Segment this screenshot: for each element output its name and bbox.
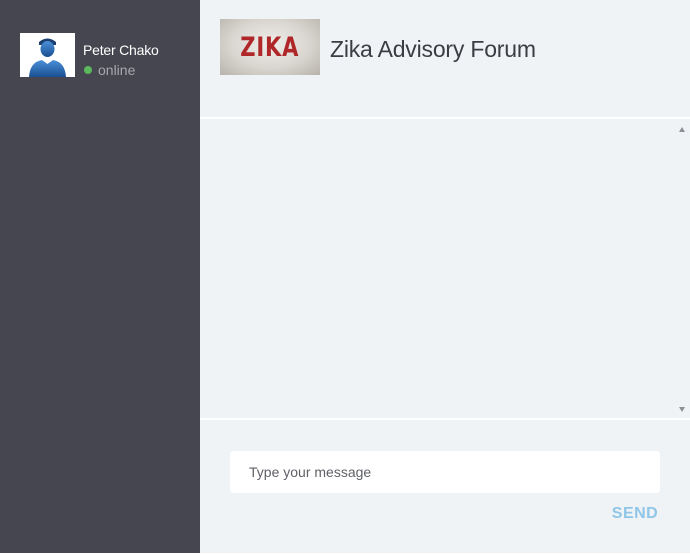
message-composer: SEND	[200, 418, 690, 553]
message-list[interactable]	[200, 121, 690, 418]
user-name: Peter Chako	[83, 42, 159, 58]
user-avatar[interactable]	[20, 33, 75, 77]
user-status-label: online	[98, 62, 136, 78]
forum-logo: ZIKA	[220, 19, 320, 75]
send-button[interactable]: SEND	[605, 503, 665, 525]
chat-panel: ZIKA Zika Advisory Forum SEND	[200, 0, 690, 553]
user-avatar-icon	[29, 38, 66, 77]
user-profile[interactable]: Peter Chako online	[20, 33, 159, 78]
user-status: online	[83, 62, 159, 78]
user-info: Peter Chako online	[83, 33, 159, 78]
scroll-up-arrow-icon[interactable]	[679, 127, 685, 132]
chat-header: ZIKA Zika Advisory Forum	[200, 0, 690, 119]
online-status-dot-icon	[84, 66, 92, 74]
message-input[interactable]	[230, 451, 660, 493]
chat-app: Peter Chako online ZIKA Zika Advisory Fo…	[0, 0, 690, 554]
message-list-scrollbar[interactable]	[674, 121, 690, 418]
forum-title: Zika Advisory Forum	[330, 36, 536, 62]
sidebar: Peter Chako online	[0, 0, 200, 553]
scroll-down-arrow-icon[interactable]	[679, 407, 685, 412]
forum-logo-text: ZIKA	[240, 31, 300, 63]
